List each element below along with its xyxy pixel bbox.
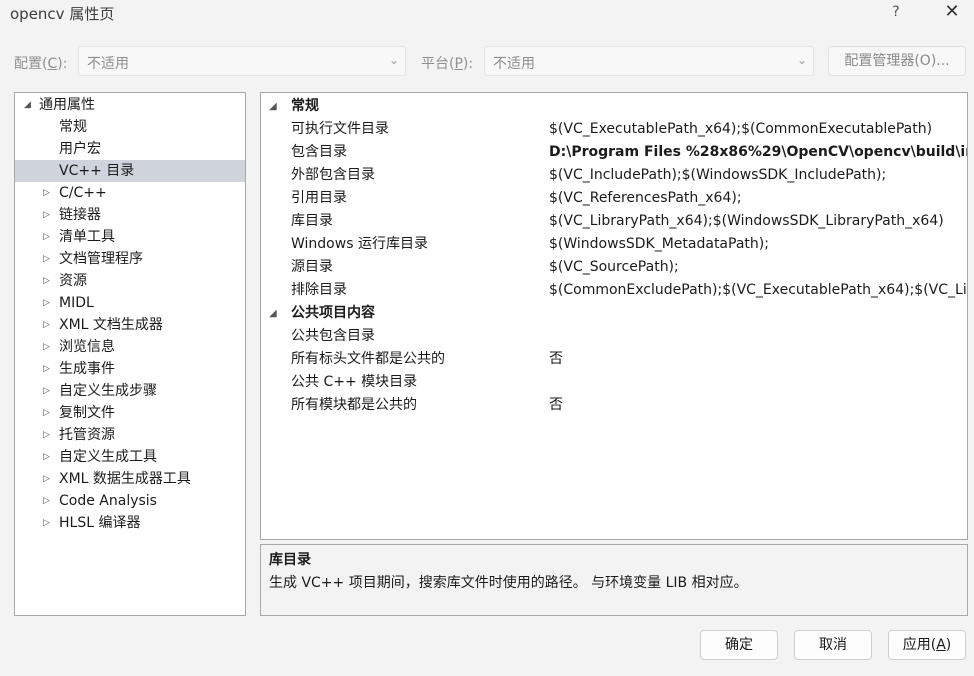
tree-item-resources[interactable]: ▷ 资源 (15, 270, 245, 292)
property-row[interactable]: Windows 运行库目录 $(WindowsSDK_MetadataPath); (261, 233, 967, 256)
tree-item-manifest-tool[interactable]: ▷ 清单工具 (15, 226, 245, 248)
collapsed-triangle-icon: ▷ (43, 298, 50, 308)
tree-item-browse-info[interactable]: ▷ 浏览信息 (15, 336, 245, 358)
collapsed-triangle-icon: ▷ (43, 474, 50, 484)
description-text: 生成 VC++ 项目期间，搜索库文件时使用的路径。 与环境变量 LIB 相对应。 (269, 575, 748, 591)
property-row[interactable]: 包含目录 D:\Program Files %28x86%29\OpenCV\op… (261, 141, 967, 164)
property-row[interactable]: 外部包含目录 $(VC_IncludePath);$(WindowsSDK_Inc… (261, 164, 967, 187)
title-bar: opencv 属性页 ? ✕ (0, 0, 974, 26)
tree-item-xml-data-generator[interactable]: ▷ XML 数据生成器工具 (15, 468, 245, 490)
category-public-project-content[interactable]: ◢ 公共项目内容 (261, 302, 967, 325)
tree-item-build-events[interactable]: ▷ 生成事件 (15, 358, 245, 380)
description-panel: 库目录 生成 VC++ 项目期间，搜索库文件时使用的路径。 与环境变量 LIB … (260, 544, 968, 616)
collapsed-triangle-icon: ▷ (43, 518, 50, 528)
property-row[interactable]: 排除目录 $(CommonExcludePath);$(VC_Executable… (261, 279, 967, 302)
tree-item-code-analysis[interactable]: ▷ Code Analysis (15, 490, 245, 512)
expanded-triangle-icon: ◢ (269, 308, 277, 319)
collapsed-triangle-icon: ▷ (43, 408, 50, 418)
expanded-triangle-icon: ◢ (24, 100, 31, 110)
apply-button[interactable]: 应用(A) (888, 630, 966, 660)
category-general[interactable]: ◢ 常规 (261, 95, 967, 118)
tree-item-general[interactable]: 常规 (15, 116, 245, 138)
tree-item-vc-directories[interactable]: VC++ 目录 (15, 160, 245, 182)
property-row[interactable]: 库目录 $(VC_LibraryPath_x64);$(WindowsSDK_Li… (261, 210, 967, 233)
platform-dropdown[interactable]: 不适用 ⌄ (484, 46, 814, 76)
property-row[interactable]: 可执行文件目录 $(VC_ExecutablePath_x64);$(Common… (261, 118, 967, 141)
chevron-down-icon: ⌄ (796, 53, 807, 67)
configuration-label: 配置(C): (14, 56, 68, 72)
help-button[interactable]: ? (886, 2, 906, 22)
property-row[interactable]: 所有标头文件都是公共的否 (261, 348, 967, 371)
tree-item-user-macros[interactable]: 用户宏 (15, 138, 245, 160)
collapsed-triangle-icon: ▷ (43, 232, 50, 242)
window-title: opencv 属性页 (10, 5, 115, 23)
tree-item-copy-files[interactable]: ▷ 复制文件 (15, 402, 245, 424)
configuration-dropdown[interactable]: 不适用 ⌄ (78, 46, 406, 76)
tree-item-xml-doc-generator[interactable]: ▷ XML 文档生成器 (15, 314, 245, 336)
close-button[interactable]: ✕ (940, 0, 964, 24)
collapsed-triangle-icon: ▷ (43, 452, 50, 462)
tree-item-managed-resources[interactable]: ▷ 托管资源 (15, 424, 245, 446)
collapsed-triangle-icon: ▷ (43, 386, 50, 396)
collapsed-triangle-icon: ▷ (43, 276, 50, 286)
tree-item-linker[interactable]: ▷ 链接器 (15, 204, 245, 226)
platform-value: 不适用 (493, 56, 535, 72)
property-row[interactable]: 所有模块都是公共的否 (261, 394, 967, 417)
configuration-row: 配置(C): 不适用 ⌄ 平台(P): 不适用 ⌄ 配置管理器(O)... (0, 46, 974, 78)
description-title: 库目录 (269, 552, 311, 568)
chevron-down-icon: ⌄ (388, 53, 399, 67)
collapsed-triangle-icon: ▷ (43, 210, 50, 220)
tree-item-midl[interactable]: ▷ MIDL (15, 292, 245, 314)
property-row[interactable]: 源目录 $(VC_SourcePath); (261, 256, 967, 279)
cancel-button[interactable]: 取消 (794, 630, 872, 660)
tree-item-xml-doc[interactable]: ▷ 文档管理程序 (15, 248, 245, 270)
tree-item-hlsl-compiler[interactable]: ▷ HLSL 编译器 (15, 512, 245, 534)
expanded-triangle-icon: ◢ (269, 101, 277, 112)
configuration-value: 不适用 (87, 56, 129, 72)
collapsed-triangle-icon: ▷ (43, 342, 50, 352)
tree-item-common-properties[interactable]: ◢ 通用属性 (15, 94, 245, 116)
property-row[interactable]: 公共包含目录 (261, 325, 967, 348)
collapsed-triangle-icon: ▷ (43, 320, 50, 330)
property-grid: ◢ 常规 可执行文件目录 $(VC_ExecutablePath_x64);$(C… (260, 92, 968, 540)
property-tree: ◢ 通用属性 常规 用户宏 VC++ 目录 ▷ C/C++ ▷ 链接器 ▷ 清单工具 … (14, 92, 246, 616)
tree-item-custom-build-tool[interactable]: ▷ 自定义生成工具 (15, 446, 245, 468)
collapsed-triangle-icon: ▷ (43, 364, 50, 374)
property-row[interactable]: 引用目录 $(VC_ReferencesPath_x64); (261, 187, 967, 210)
platform-label: 平台(P): (421, 56, 474, 72)
ok-button[interactable]: 确定 (700, 630, 778, 660)
collapsed-triangle-icon: ▷ (43, 254, 50, 264)
tree-item-custom-build-step[interactable]: ▷ 自定义生成步骤 (15, 380, 245, 402)
collapsed-triangle-icon: ▷ (43, 188, 50, 198)
collapsed-triangle-icon: ▷ (43, 430, 50, 440)
tree-item-cpp[interactable]: ▷ C/C++ (15, 182, 245, 204)
property-row[interactable]: 公共 C++ 模块目录 (261, 371, 967, 394)
configuration-manager-button[interactable]: 配置管理器(O)... (828, 46, 966, 76)
collapsed-triangle-icon: ▷ (43, 496, 50, 506)
